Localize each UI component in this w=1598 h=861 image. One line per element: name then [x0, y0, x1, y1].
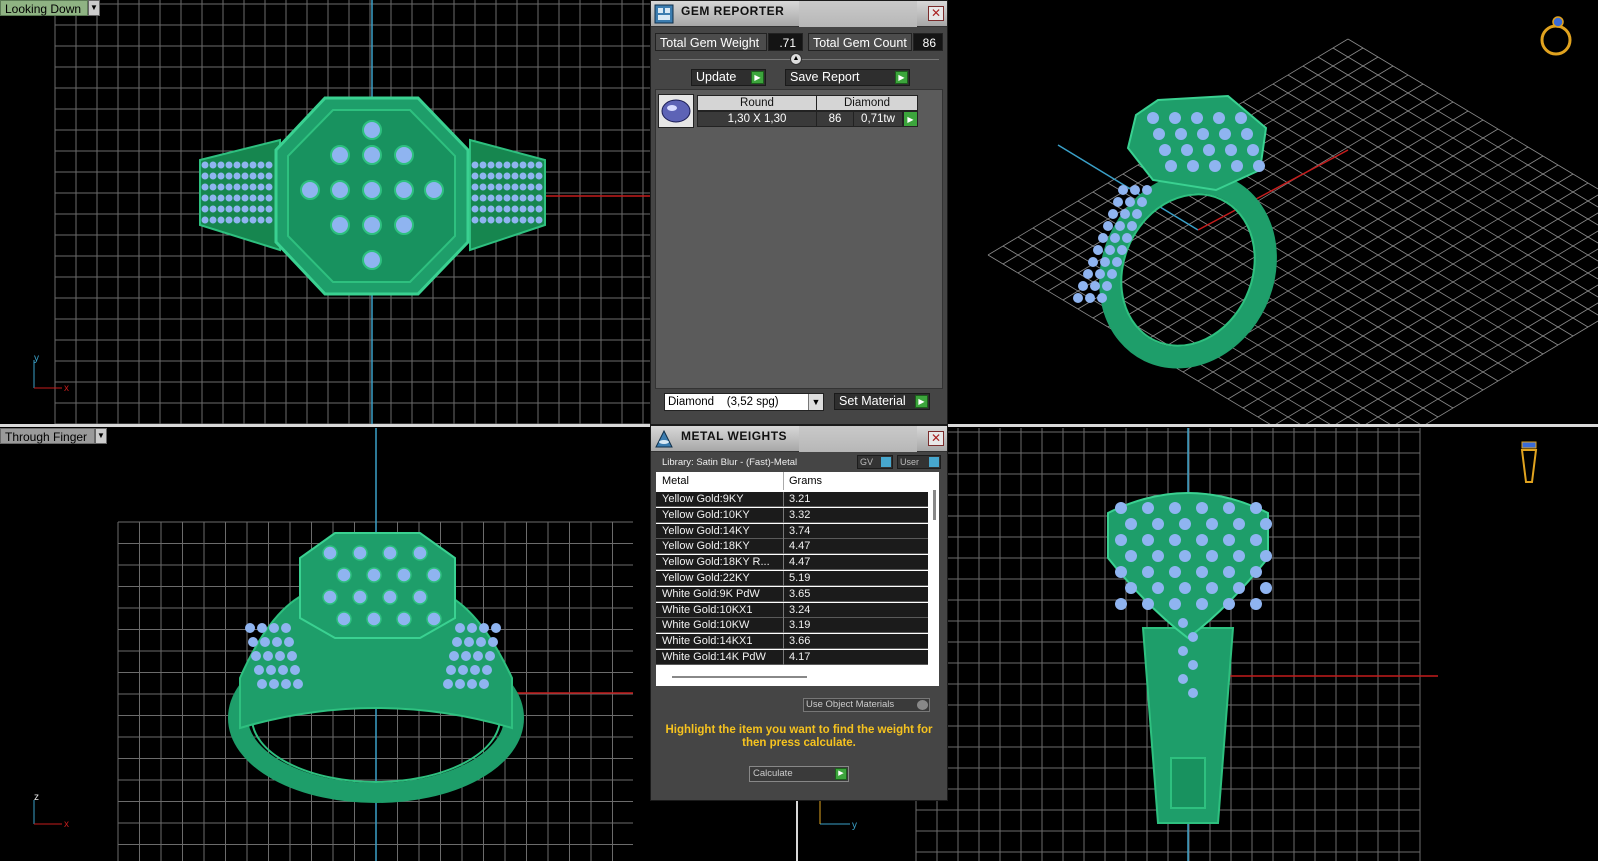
calculate-hint: Highlight the item you want to find the …	[665, 724, 933, 749]
close-icon[interactable]: ✕	[928, 431, 944, 446]
total-gem-weight-label: Total Gem Weight	[655, 33, 767, 51]
grams-cell: 3.19	[789, 619, 811, 632]
table-row[interactable]: Yellow Gold:18KY R... 4.47	[656, 555, 928, 571]
col-header-metal: Metal	[662, 475, 689, 487]
gem-reporter-panel: GEM REPORTER ✕ Total Gem Weight .71 Tota…	[650, 0, 948, 425]
grams-cell: 3.32	[789, 508, 811, 521]
viewport-perspective[interactable]	[948, 0, 1598, 424]
gem-reporter-titlebar[interactable]: GEM REPORTER ✕	[651, 1, 947, 27]
table-row[interactable]: Yellow Gold:10KY 3.32	[656, 507, 928, 523]
grams-cell: 3.24	[789, 603, 811, 616]
total-gem-count-field[interactable]: 86	[913, 33, 943, 51]
grams-cell: 4.47	[789, 556, 811, 569]
table-row[interactable]: Yellow Gold:9KY 3.21	[656, 492, 928, 507]
grams-cell: 3.66	[789, 635, 811, 648]
metal-name-cell: Yellow Gold:14KY	[662, 524, 750, 537]
toggle-gv[interactable]: GV	[857, 455, 893, 469]
axis-y-label: y	[34, 353, 39, 364]
close-icon[interactable]: ✕	[928, 6, 944, 21]
grams-cell: 3.21	[789, 493, 811, 505]
axis-x-label: x	[64, 383, 69, 394]
metal-name-cell: Yellow Gold:18KY	[662, 540, 750, 553]
metal-name-cell: White Gold:10KX1	[662, 603, 753, 616]
go-arrow-icon: ▶	[895, 71, 908, 84]
metal-name-cell: Yellow Gold:10KY	[662, 508, 750, 521]
metal-weights-icon	[654, 429, 674, 449]
view-dropdown-icon[interactable]: ▼	[88, 0, 100, 16]
grid	[987, 38, 1598, 424]
gem-size-cell[interactable]: 1,30 X 1,30	[697, 111, 817, 127]
table-row[interactable]: White Gold:14KX1 3.66	[656, 634, 928, 650]
grams-cell: 4.47	[789, 540, 811, 553]
metal-weights-title: METAL WEIGHTS	[681, 429, 788, 443]
toggle-user[interactable]: User	[897, 455, 941, 469]
grams-cell: 3.65	[789, 587, 811, 600]
go-arrow-icon: ▶	[835, 768, 847, 780]
table-row[interactable]: White Gold:10KX1 3.24	[656, 602, 928, 618]
titlebar-tab	[799, 426, 917, 452]
gem-row-go-icon[interactable]: ▶	[903, 111, 918, 127]
use-object-materials-toggle[interactable]: Use Object Materials	[803, 698, 930, 712]
col-header-grams: Grams	[789, 475, 822, 487]
metal-name-cell: Yellow Gold:9KY	[662, 493, 744, 505]
gem-reporter-icon	[654, 4, 674, 24]
save-report-button[interactable]: Save Report ▶	[785, 69, 910, 86]
collapse-icon[interactable]: ▲	[790, 53, 802, 65]
set-material-button[interactable]: Set Material ▶	[834, 393, 930, 410]
grams-cell: 5.19	[789, 572, 811, 584]
metal-name-cell: White Gold:14KX1	[662, 635, 753, 648]
view-label-looking-down[interactable]: Looking Down	[0, 0, 88, 16]
scrollbar-horizontal[interactable]	[672, 676, 807, 678]
table-row[interactable]: Yellow Gold:18KY 4.47	[656, 539, 928, 555]
gem-count-cell[interactable]: 86	[816, 111, 854, 127]
go-arrow-icon: ▶	[751, 71, 764, 84]
gem-weight-cell[interactable]: 0,71tw	[853, 111, 903, 127]
ring-view-icon	[1540, 16, 1572, 56]
total-gem-weight-field[interactable]: .71	[768, 33, 803, 51]
ring-side-view-icon	[1520, 441, 1538, 483]
metal-name-cell: White Gold:10KW	[662, 619, 750, 632]
update-button[interactable]: Update ▶	[691, 69, 766, 86]
table-row[interactable]: White Gold:14K PdW 4.17	[656, 650, 928, 665]
table-row[interactable]: Yellow Gold:22KY 5.19	[656, 571, 928, 586]
table-row[interactable]: Yellow Gold:14KY 3.74	[656, 523, 928, 539]
grams-cell: 3.74	[789, 524, 811, 537]
total-gem-count-label: Total Gem Count	[808, 33, 912, 51]
gem-thumbnail-icon	[658, 94, 694, 128]
metal-name-cell: Yellow Gold:22KY	[662, 572, 750, 584]
axis-y-label: y	[852, 820, 857, 831]
library-label: Library: Satin Blur - (Fast)-Metal	[662, 457, 798, 468]
scrollbar-vertical[interactable]	[933, 490, 936, 520]
viewport-front-scene: z x	[33, 428, 633, 861]
viewport-top-scene: y x	[33, 0, 650, 424]
col-header-shape: Round	[697, 95, 817, 111]
gem-list[interactable]: Round Diamond 1,30 X 1,30 86 0,71tw ▶	[655, 89, 943, 389]
grams-cell: 4.17	[789, 651, 811, 663]
calculate-button[interactable]: Calculate ▶	[749, 766, 849, 782]
table-row[interactable]: White Gold:10KW 3.19	[656, 618, 928, 634]
metal-name-cell: Yellow Gold:18KY R...	[662, 556, 770, 569]
metal-name-cell: White Gold:9K PdW	[662, 587, 760, 600]
viewport-perspective-scene	[987, 16, 1598, 424]
go-arrow-icon: ▶	[915, 395, 928, 408]
view-dropdown-icon[interactable]: ▼	[95, 428, 107, 444]
table-row[interactable]: White Gold:9K PdW 3.65	[656, 586, 928, 602]
gem-reporter-title: GEM REPORTER	[681, 4, 785, 18]
metal-weights-panel: METAL WEIGHTS ✕ Library: Satin Blur - (F…	[650, 425, 948, 801]
metal-name-cell: White Gold:14K PdW	[662, 651, 766, 663]
axis-z-label: z	[34, 792, 39, 803]
material-select[interactable]: Diamond (3,52 spg) ▼	[664, 393, 824, 411]
axis-x-label: x	[64, 819, 69, 830]
metal-weights-titlebar[interactable]: METAL WEIGHTS ✕	[651, 426, 947, 452]
viewport-looking-down[interactable]: y x Looking Down ▼	[0, 0, 650, 424]
view-label-through-finger[interactable]: Through Finger	[0, 428, 95, 444]
col-header-material: Diamond	[816, 95, 918, 111]
titlebar-tab	[799, 1, 917, 27]
metal-weights-table[interactable]: Metal Grams Yellow Gold:9KY 3.21 Yellow Go…	[656, 472, 939, 686]
chevron-down-icon: ▼	[808, 394, 823, 410]
